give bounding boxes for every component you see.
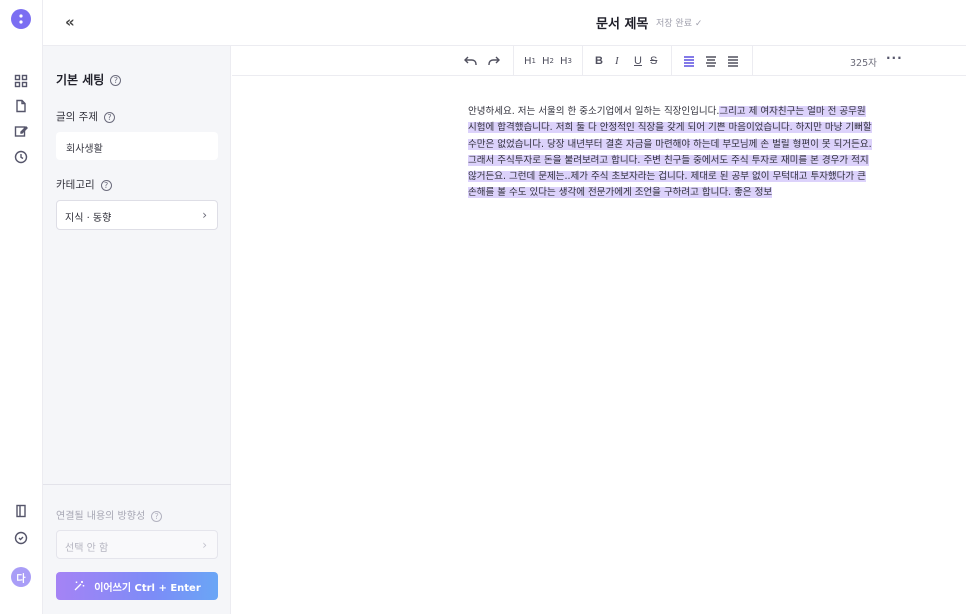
logo-icon[interactable]: [11, 9, 31, 29]
collapse-panel-button[interactable]: «: [65, 13, 75, 31]
toolbar-divider: [752, 46, 753, 76]
category-value: 지식 · 동향: [65, 213, 112, 224]
heading2-label: H: [542, 55, 550, 67]
grid-icon[interactable]: [14, 74, 28, 88]
top-header: « 문서 제목 저장 완료 ✓: [43, 0, 966, 46]
heading1-button[interactable]: H1: [524, 53, 536, 69]
heading3-button[interactable]: H3: [560, 53, 572, 69]
direction-value: 선택 안 함: [65, 543, 109, 554]
category-label-text: 카테고리: [56, 179, 95, 191]
italic-button[interactable]: I: [615, 53, 619, 69]
help-icon[interactable]: ?: [100, 179, 112, 191]
heading3-sub: 3: [567, 57, 572, 65]
align-center-icon[interactable]: [705, 53, 717, 69]
redo-icon[interactable]: [487, 53, 500, 69]
continue-writing-button[interactable]: 이어쓰기 Ctrl + Enter: [56, 572, 218, 600]
bold-button[interactable]: B: [595, 53, 603, 69]
editor-toolbar: H1 H2 H3 B I U S 325자 ···: [232, 46, 966, 76]
align-left-icon[interactable]: [683, 53, 695, 69]
save-status: 저장 완료 ✓: [656, 19, 703, 29]
continue-writing-label: 이어쓰기 Ctrl + Enter: [94, 582, 201, 594]
panel-title-text: 기본 세팅: [56, 73, 105, 87]
help-icon[interactable]: ?: [151, 510, 163, 522]
heading2-sub: 2: [549, 57, 554, 65]
chevron-right-icon: ›: [202, 538, 207, 552]
avatar[interactable]: 다: [11, 567, 31, 587]
strikethrough-button[interactable]: S: [650, 53, 657, 69]
editor-plain-text: 안녕하세요. 저는 서울의 한 중소기업에서 일하는 직장인입니다.: [468, 106, 720, 117]
document-title[interactable]: 문서 제목: [596, 13, 648, 32]
document-icon[interactable]: [14, 99, 28, 113]
more-options-icon[interactable]: ···: [886, 51, 903, 65]
settings-panel: 기본 세팅? 글의 주제? 회사생활 카테고리? 지식 · 동향 › 연결될 내…: [43, 46, 231, 614]
help-icon[interactable]: ?: [110, 75, 122, 86]
direction-label: 연결될 내용의 방향성?: [56, 507, 163, 522]
heading3-label: H: [560, 55, 568, 67]
undo-icon[interactable]: [464, 53, 477, 69]
category-label: 카테고리?: [56, 177, 112, 192]
underline-button[interactable]: U: [634, 53, 642, 69]
heading2-button[interactable]: H2: [542, 53, 554, 69]
divider: [43, 484, 231, 485]
editor-highlighted-text: 그리고 제 여자친구는 얼마 전 공무원 시험에 합격했습니다. 저희 둘 다 …: [468, 106, 872, 199]
editor-content[interactable]: 안녕하세요. 저는 서울의 한 중소기업에서 일하는 직장인입니다.그리고 제 …: [468, 104, 892, 202]
direction-label-text: 연결될 내용의 방향성: [56, 511, 146, 522]
toolbar-divider: [671, 46, 672, 76]
category-select[interactable]: 지식 · 동향 ›: [56, 200, 218, 230]
panel-icon[interactable]: [14, 504, 28, 518]
history-icon[interactable]: [14, 150, 28, 164]
heading1-sub: 1: [531, 57, 536, 65]
topic-input[interactable]: 회사생활: [56, 132, 218, 160]
direction-select[interactable]: 선택 안 함 ›: [56, 530, 218, 559]
chevron-right-icon: ›: [202, 208, 207, 222]
toolbar-divider: [513, 46, 514, 76]
topic-label-text: 글의 주제: [56, 111, 98, 123]
character-count: 325자: [850, 58, 877, 69]
panel-title: 기본 세팅?: [56, 71, 122, 88]
magic-wand-icon: [74, 581, 85, 591]
icon-rail: 다: [0, 0, 43, 614]
align-justify-icon[interactable]: [727, 53, 739, 69]
help-icon[interactable]: ?: [103, 111, 115, 123]
topic-label: 글의 주제?: [56, 109, 115, 124]
toolbar-divider: [582, 46, 583, 76]
edit-icon[interactable]: [14, 124, 28, 138]
heading1-label: H: [524, 55, 532, 67]
feedback-icon[interactable]: [14, 531, 28, 545]
